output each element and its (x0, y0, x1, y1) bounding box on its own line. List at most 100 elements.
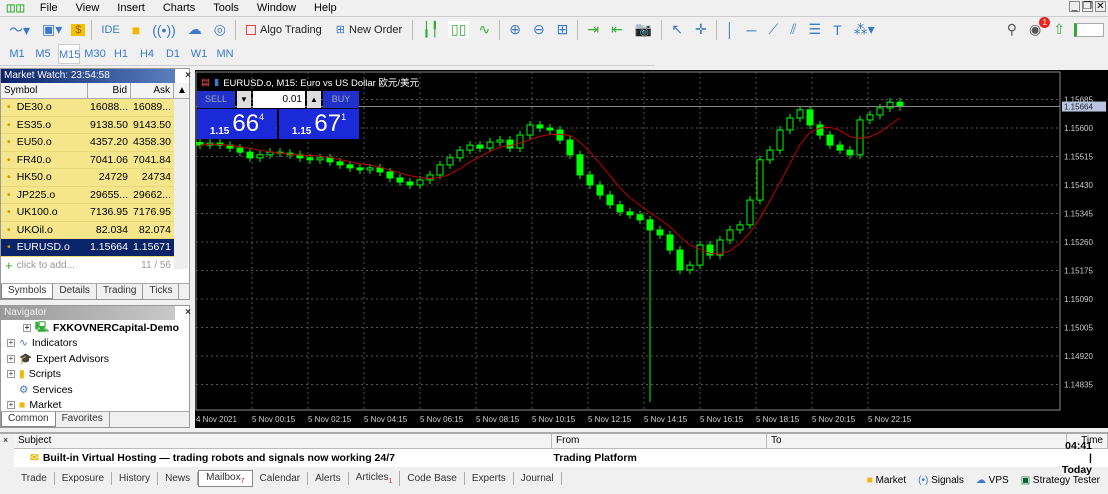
shapes-icon[interactable]: ⁂▾ (851, 21, 878, 38)
vertical-line-icon[interactable]: │ (723, 22, 738, 38)
tab-code-base[interactable]: Code Base (400, 471, 465, 485)
mail-row[interactable]: ✉ Built-in Virtual Hosting — trading robo… (14, 440, 1108, 476)
volume-input[interactable]: 0.01 (253, 91, 305, 108)
tab-favorites[interactable]: Favorites (56, 412, 110, 427)
dollar-icon[interactable]: $ (71, 23, 86, 36)
tab-alerts[interactable]: Alerts (308, 471, 349, 485)
market-watch-row[interactable]: • JP225.o 29655... 29662... (1, 186, 175, 204)
nav-account[interactable]: + 🖳 FXKOVNERCapital-Demo (1, 320, 189, 336)
fibonacci-icon[interactable]: ☰ (806, 21, 825, 38)
nav-services[interactable]: ⚙ Services (1, 382, 189, 398)
column-bid[interactable]: Bid (88, 83, 131, 98)
chart-shift-icon[interactable]: ⇤ (608, 21, 626, 38)
market-watch-row[interactable]: • EU50.o 4357.20 4358.30 (1, 134, 175, 152)
tab-calendar[interactable]: Calendar (253, 471, 309, 485)
menu-view[interactable]: View (67, 2, 109, 14)
tab-details[interactable]: Details (53, 284, 97, 299)
level-icon[interactable]: ⇧ (1050, 21, 1068, 38)
column-ask[interactable]: Ask (131, 83, 174, 98)
tab-trading[interactable]: Trading (97, 284, 144, 299)
tab-experts[interactable]: Experts (465, 471, 514, 485)
community-icon[interactable]: ◎ (211, 21, 229, 38)
ide-button[interactable]: IDE (98, 24, 122, 36)
menu-file[interactable]: File (31, 2, 67, 14)
market-watch-row[interactable]: • HK50.o 24729 24734 (1, 169, 175, 187)
tab-common[interactable]: Common (1, 412, 56, 427)
crosshair-icon[interactable]: ✛ (692, 21, 710, 38)
menu-charts[interactable]: Charts (154, 2, 204, 14)
menu-window[interactable]: Window (248, 2, 305, 14)
scroll-up-icon[interactable]: ▲ (174, 83, 188, 98)
text-icon[interactable]: T (830, 22, 845, 38)
tab-symbols[interactable]: Symbols (1, 284, 54, 299)
timeframe-d1[interactable]: D1 (162, 44, 184, 64)
close-icon[interactable]: × (185, 69, 191, 83)
horizontal-line-icon[interactable]: ─ (744, 22, 760, 38)
timeframe-mn[interactable]: MN (214, 44, 236, 64)
search-icon[interactable]: ⚲ (1004, 21, 1020, 38)
signals-icon[interactable]: ((•)) (149, 22, 179, 38)
close-icon[interactable]: ✕ (1095, 1, 1106, 12)
screenshot-icon[interactable]: 📷 (632, 21, 655, 38)
close-icon[interactable]: × (3, 435, 8, 445)
nav-indicators[interactable]: + ∿ Indicators (1, 336, 189, 352)
market-watch-row[interactable]: • ES35.o 9138.50 9143.50 (1, 116, 175, 134)
market-watch-row[interactable]: • DE30.o 16088... 16089... (1, 99, 175, 117)
chart-type-icon[interactable]: 〜▾ (6, 20, 33, 40)
algo-trading-button[interactable]: Algo Trading (242, 24, 326, 36)
tab-mailbox[interactable]: Mailbox7 (198, 469, 253, 487)
vps-link[interactable]: ☁ VPS (976, 475, 1009, 486)
nav-scripts[interactable]: + ▮ Scripts (1, 367, 189, 383)
column-symbol[interactable]: Symbol (1, 83, 88, 98)
zoom-in-icon[interactable]: ⊕ (506, 21, 524, 38)
restore-icon[interactable]: ❐ (1082, 1, 1093, 12)
market-link[interactable]: ■ Market (867, 475, 906, 486)
vps-cloud-icon[interactable]: ☁ (185, 21, 205, 38)
tab-history[interactable]: History (112, 471, 159, 485)
candlestick-icon[interactable]: ▯▯ (448, 21, 470, 38)
timeframe-m1[interactable]: M1 (6, 44, 28, 64)
market-watch-scrollbar[interactable] (174, 99, 188, 269)
nav-expert-advisors[interactable]: + 🎓 Expert Advisors (1, 351, 189, 367)
account-icon[interactable]: ◉ 1 (1026, 17, 1051, 38)
tab-exposure[interactable]: Exposure (55, 471, 113, 485)
market-watch-row[interactable]: • FR40.o 7041.06 7041.84 (1, 151, 175, 169)
close-icon[interactable]: × (185, 306, 191, 320)
volume-down-icon[interactable]: ▼ (237, 91, 251, 108)
market-watch-row[interactable]: • UK100.o 7136.95 7176.95 (1, 204, 175, 222)
tab-articles[interactable]: Articles1 (349, 470, 401, 486)
tab-journal[interactable]: Journal (514, 471, 562, 485)
cursor-icon[interactable]: ↖ (668, 21, 686, 38)
timeframe-m15[interactable]: M15 (58, 43, 80, 64)
line-chart-icon[interactable]: ∿ (475, 21, 493, 38)
column-to[interactable]: To (767, 434, 1067, 448)
zoom-out-icon[interactable]: ⊖ (530, 21, 548, 38)
tab-ticks[interactable]: Ticks (143, 284, 180, 299)
timeframe-m30[interactable]: M30 (84, 44, 106, 64)
trendline-icon[interactable]: ⟋ (765, 21, 781, 38)
chart-template-icon[interactable]: ▣▾ (39, 21, 65, 38)
menu-help[interactable]: Help (305, 2, 346, 14)
timeframe-h4[interactable]: H4 (136, 44, 158, 64)
strategy-tester-link[interactable]: ▣ Strategy Tester (1021, 475, 1100, 486)
buy-price[interactable]: 1.15 67 1 (279, 109, 359, 139)
volume-up-icon[interactable]: ▲ (307, 91, 321, 108)
new-order-button[interactable]: ⊞ New Order (332, 23, 406, 37)
timeframe-m5[interactable]: M5 (32, 44, 54, 64)
market-watch-row[interactable]: • UKOil.o 82.034 82.074 (1, 221, 175, 239)
bar-chart-icon[interactable]: ╽╿ (419, 21, 442, 38)
tile-windows-icon[interactable]: ⊞ (554, 21, 572, 38)
buy-button[interactable]: BUY (323, 91, 359, 108)
minimize-icon[interactable]: _ (1069, 1, 1080, 12)
channel-icon[interactable]: ⫽ (787, 21, 799, 38)
autoscroll-icon[interactable]: ⇥ (584, 21, 602, 38)
sell-button[interactable]: SELL (197, 91, 235, 108)
timeframe-w1[interactable]: W1 (188, 44, 210, 64)
add-symbol-input[interactable]: click to add... (17, 260, 142, 271)
tab-trade[interactable]: Trade (14, 471, 55, 485)
column-subject[interactable]: Subject (14, 434, 552, 448)
timeframe-h1[interactable]: H1 (110, 44, 132, 64)
column-from[interactable]: From (552, 434, 767, 448)
tab-news[interactable]: News (158, 471, 199, 485)
sell-price[interactable]: 1.15 66 4 (197, 109, 277, 139)
